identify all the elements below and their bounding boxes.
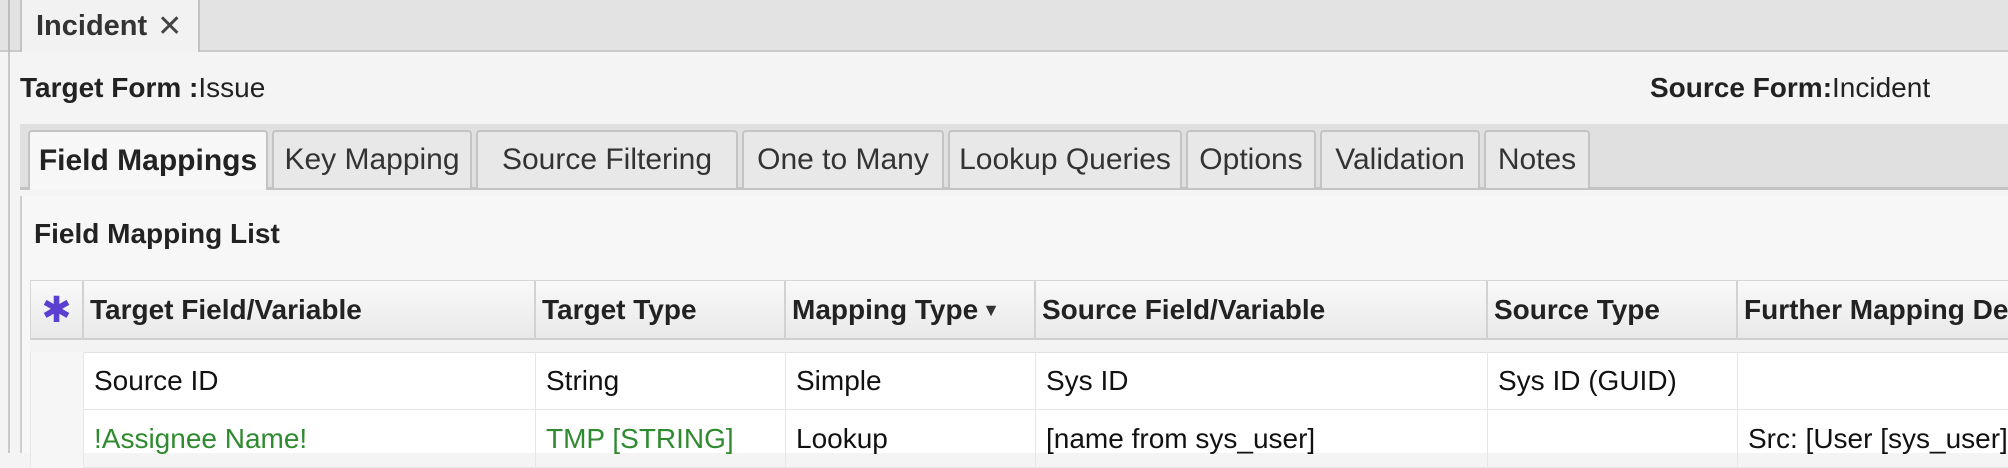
field-mapping-panel: Field Mapping List ✱ Target Field/Variab… bbox=[20, 196, 2008, 468]
table-row[interactable]: Source ID String Simple Sys ID Sys ID (G… bbox=[30, 352, 2008, 410]
column-header-mapping-type[interactable]: Mapping Type ▼ bbox=[786, 281, 1036, 339]
cell-target-type: String bbox=[536, 352, 786, 410]
tab-source-filtering[interactable]: Source Filtering bbox=[476, 130, 738, 188]
mapping-type-label: Mapping Type bbox=[792, 294, 979, 325]
cell-further-mapping: Src: [User [sys_user] : bbox=[1748, 423, 2008, 454]
target-form: Target Form :Issue bbox=[20, 72, 265, 104]
field-mapping-grid: ✱ Target Field/Variable Target Type Mapp… bbox=[30, 280, 2008, 468]
strip-edge bbox=[8, 0, 10, 52]
cell-target-field: !Assignee Name! bbox=[84, 410, 536, 468]
row-selector[interactable] bbox=[30, 352, 84, 410]
column-header-further-mapping[interactable]: Further Mapping De bbox=[1738, 281, 2008, 339]
asterisk-icon: ✱ bbox=[41, 289, 72, 330]
column-header-target-field[interactable]: Target Field/Variable bbox=[84, 281, 536, 339]
close-icon[interactable]: ✕ bbox=[157, 9, 182, 44]
target-form-label: Target Form : bbox=[20, 72, 199, 103]
document-tab-label: Incident bbox=[36, 9, 148, 42]
cell-mapping-type: Lookup bbox=[786, 410, 1036, 468]
mapping-tab-bar: Field Mappings Key Mapping Source Filter… bbox=[20, 124, 2008, 190]
cell-source-field: [name from sys_user] bbox=[1036, 410, 1488, 468]
frame-left-border bbox=[8, 52, 10, 453]
tab-validation[interactable]: Validation bbox=[1320, 130, 1480, 188]
column-header-target-type[interactable]: Target Type bbox=[536, 281, 786, 339]
tab-lookup-queries[interactable]: Lookup Queries bbox=[948, 130, 1182, 188]
table-row[interactable]: !Assignee Name! TMP [STRING] Lookup [nam… bbox=[30, 410, 2008, 468]
source-form-value: Incident bbox=[1832, 72, 1931, 103]
cell-source-type bbox=[1488, 410, 1738, 468]
panel-title: Field Mapping List bbox=[34, 218, 280, 249]
tab-key-mapping[interactable]: Key Mapping bbox=[272, 130, 472, 188]
sort-descending-icon: ▼ bbox=[982, 299, 1000, 320]
source-form: Source Form:Incident bbox=[1650, 72, 1930, 104]
tab-field-mappings[interactable]: Field Mappings bbox=[28, 130, 268, 190]
cell-source-type: Sys ID (GUID) bbox=[1488, 352, 1738, 410]
cell-source-field: Sys ID bbox=[1036, 352, 1488, 410]
row-selector[interactable] bbox=[30, 410, 84, 468]
cell-target-field: Source ID bbox=[84, 352, 536, 410]
column-header-source-field[interactable]: Source Field/Variable bbox=[1036, 281, 1488, 339]
cell-mapping-type: Simple bbox=[786, 352, 1036, 410]
tab-options[interactable]: Options bbox=[1186, 130, 1316, 188]
form-info-row: Target Form :Issue Source Form:Incident bbox=[20, 68, 2000, 108]
document-tab-incident[interactable]: Incident ✕ bbox=[20, 0, 200, 52]
cell-target-type: TMP [STRING] bbox=[536, 410, 786, 468]
grid-header: ✱ Target Field/Variable Target Type Mapp… bbox=[30, 280, 2008, 340]
document-tab-strip: Incident ✕ bbox=[0, 0, 2008, 52]
select-all-header[interactable]: ✱ bbox=[30, 281, 84, 339]
tab-notes[interactable]: Notes bbox=[1484, 130, 1590, 188]
target-form-value: Issue bbox=[198, 72, 266, 103]
cell-further-mapping bbox=[1738, 352, 2008, 410]
tab-one-to-many[interactable]: One to Many bbox=[742, 130, 944, 188]
source-form-label: Source Form: bbox=[1650, 72, 1833, 103]
column-header-source-type[interactable]: Source Type bbox=[1488, 281, 1738, 339]
